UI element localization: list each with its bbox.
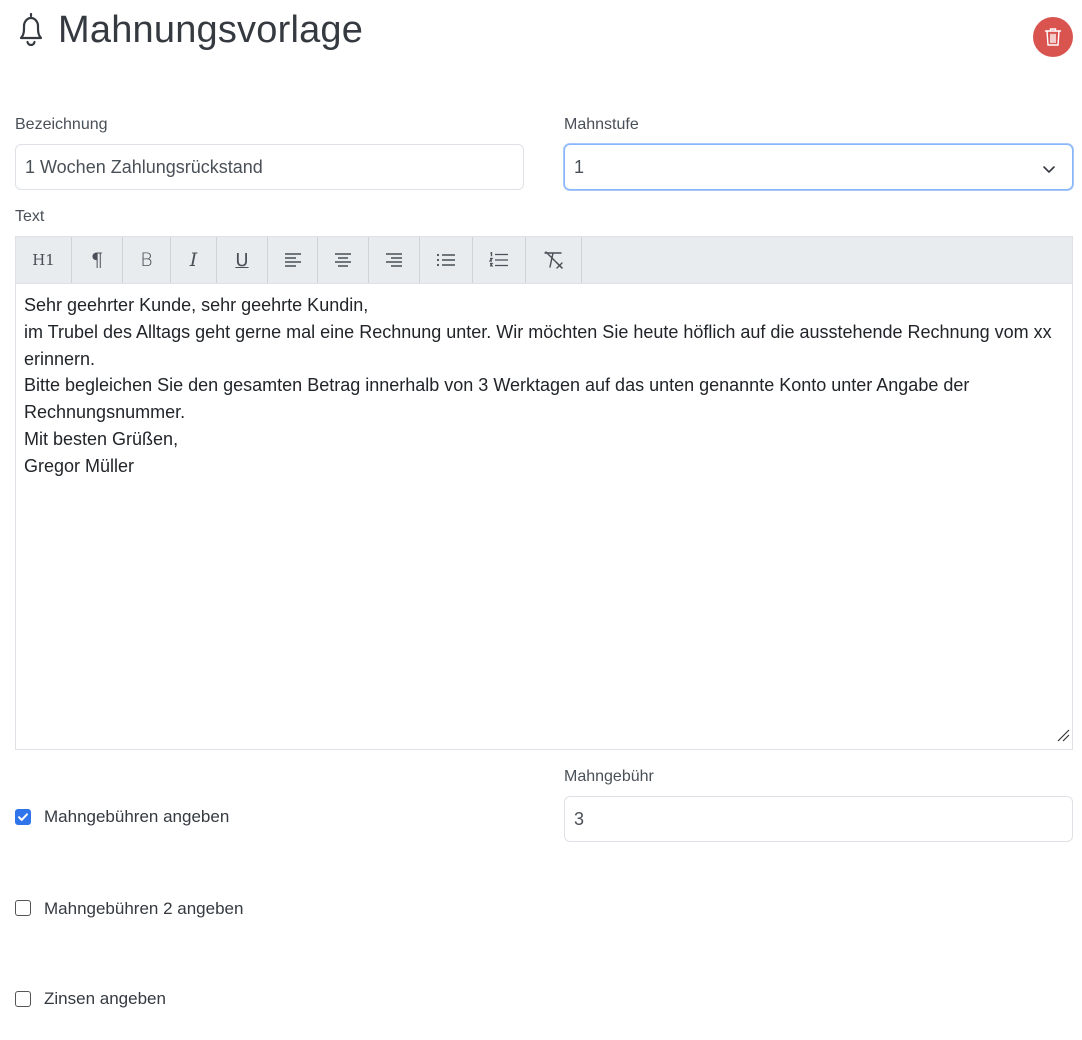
mahngebuehren2-checkbox[interactable] [15,900,31,916]
mahnstufe-select[interactable]: 1 [564,144,1073,190]
mahngebuehr-label: Mahngebühr [564,768,654,785]
align-right-icon [385,253,403,267]
text-label: Text [15,208,45,225]
bold-button[interactable]: B [123,237,171,283]
zinsen-label: Zinsen angeben [44,989,166,1008]
bullet-list-icon [436,253,456,267]
mahngebuehren-label: Mahngebühren angeben [44,807,230,826]
text-line: im Trubel des Alltags geht gerne mal ein… [24,321,1057,369]
page-title: Mahnungsvorlage [58,8,364,51]
trash-icon [1044,27,1062,47]
italic-icon: I [189,249,198,271]
underline-icon: U [235,249,249,271]
italic-button[interactable]: I [171,237,217,283]
bell-icon [14,8,48,52]
zinsen-checkbox[interactable] [15,991,31,1007]
mahnstufe-label: Mahnstufe [564,116,639,133]
resize-handle-icon[interactable] [1056,728,1070,747]
check-icon [16,810,30,824]
bold-icon: B [140,249,153,271]
bullet-list-button[interactable] [420,237,473,283]
align-center-icon [334,253,352,267]
underline-button[interactable]: U [217,237,268,283]
align-left-icon [284,253,302,267]
text-line: Gregor Müller [24,455,135,476]
chevron-down-icon [1042,160,1056,181]
editor-content[interactable]: Sehr geehrter Kunde, sehr geehrte Kundin… [16,284,1072,488]
ordered-list-icon [489,252,509,268]
mahngebuehren-checkbox[interactable] [15,809,31,825]
bezeichnung-label: Bezeichnung [15,116,108,133]
editor-toolbar: H1 ¶ B I U [16,237,1072,284]
mahngebuehren2-label: Mahngebühren 2 angeben [44,899,244,918]
ordered-list-button[interactable] [473,237,526,283]
bezeichnung-input[interactable]: 1 Wochen Zahlungsrückstand [15,144,524,190]
align-center-button[interactable] [318,237,369,283]
delete-button[interactable] [1033,17,1073,57]
pilcrow-icon: ¶ [90,249,104,271]
align-left-button[interactable] [268,237,318,283]
heading-button[interactable]: H1 [16,237,72,283]
align-right-button[interactable] [369,237,420,283]
clear-format-button[interactable] [526,237,582,283]
text-line: Sehr geehrter Kunde, sehr geehrte Kundin… [24,295,369,315]
bezeichnung-value: 1 Wochen Zahlungsrückstand [25,156,263,177]
rich-text-editor[interactable]: H1 ¶ B I U Sehr geehrter Kunde, sehr gee… [15,236,1073,750]
text-line: Bitte begleichen Sie den gesamten Betrag… [24,375,975,423]
page-header: Mahnungsvorlage [14,8,363,52]
mahngebuehr-value: 3 [574,808,585,829]
text-line: Mit besten Grüßen, [24,428,179,449]
mahngebuehr-input[interactable]: 3 [564,796,1073,842]
clear-format-icon [542,251,566,269]
mahnstufe-value: 1 [574,156,585,177]
heading-icon: H1 [32,251,55,269]
paragraph-button[interactable]: ¶ [72,237,123,283]
